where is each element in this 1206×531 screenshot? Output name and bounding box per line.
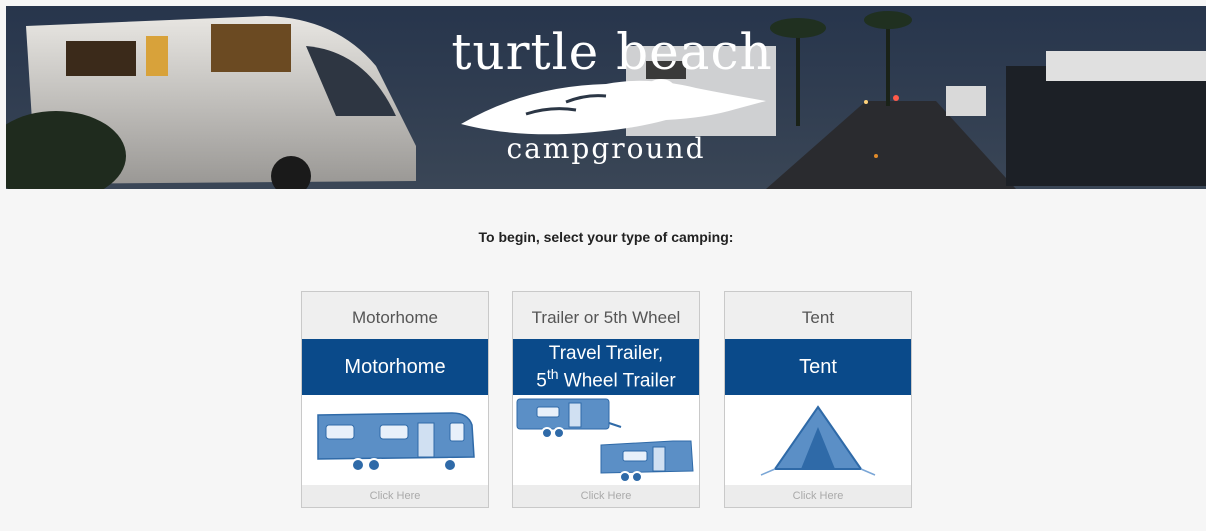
click-here-label[interactable]: Click Here xyxy=(302,485,488,507)
card-image-label: Travel Trailer, 5th Wheel Trailer xyxy=(513,339,699,395)
instruction-text: To begin, select your type of camping: xyxy=(478,229,734,245)
card-image[interactable]: Tent xyxy=(725,339,911,487)
logo-title: turtle beach xyxy=(451,23,773,81)
card-heading: Motorhome xyxy=(352,308,438,327)
card-image[interactable]: Travel Trailer, 5th Wheel Trailer xyxy=(513,339,699,487)
camping-type-card-trailer[interactable]: Trailer or 5th Wheel Travel Trailer, 5th… xyxy=(512,291,700,508)
click-here-label[interactable]: Click Here xyxy=(725,485,911,507)
card-heading: Trailer or 5th Wheel xyxy=(531,308,681,327)
card-image[interactable]: Motorhome xyxy=(302,339,488,487)
logo-subtitle: campground xyxy=(506,132,706,165)
card-image-label: Tent xyxy=(725,339,911,395)
card-heading: Tent xyxy=(801,308,835,327)
camping-type-card-tent[interactable]: Tent Tent Click Here xyxy=(724,291,912,508)
card-image-label: Motorhome xyxy=(302,339,488,395)
motorhome-icon xyxy=(317,412,475,472)
trailer-icon xyxy=(516,398,694,483)
tent-icon xyxy=(760,405,876,476)
header-banner: turtle beach campground xyxy=(6,6,1206,189)
camping-type-card-motorhome[interactable]: Motorhome Motorhome Click Here xyxy=(301,291,489,508)
click-here-label[interactable]: Click Here xyxy=(513,485,699,507)
